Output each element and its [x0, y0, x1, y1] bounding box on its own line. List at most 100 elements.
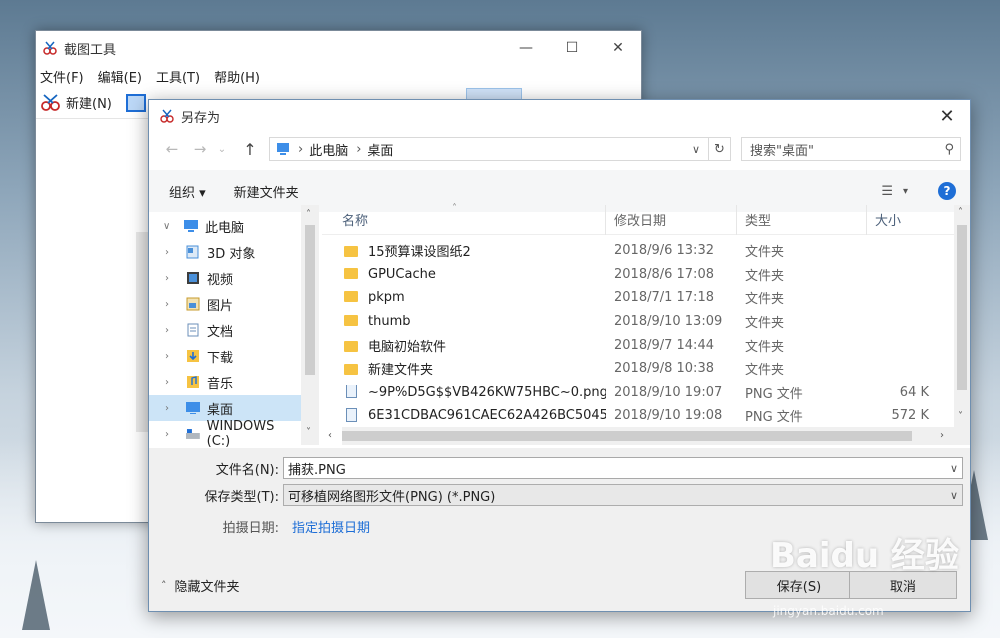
column-name[interactable]: ˄ 名称 [322, 202, 606, 235]
refresh-button[interactable]: ↻ [709, 137, 731, 161]
filetype-value: 可移植网络图形文件(PNG) (*.PNG) [288, 489, 496, 505]
chevron-right-icon[interactable]: › [165, 429, 181, 440]
scissors-icon [160, 109, 174, 123]
view-options-button[interactable]: ☰ ▾ [881, 184, 908, 199]
tree-item-pictures[interactable]: › 图片 [149, 291, 301, 317]
chevron-down-icon[interactable]: ∨ [692, 143, 708, 156]
tree-item-desktop[interactable]: › 桌面 [149, 395, 301, 421]
close-button[interactable]: ✕ [595, 33, 641, 63]
help-icon[interactable]: ? [938, 182, 956, 200]
menu-file[interactable]: 文件(F) [40, 67, 84, 86]
scroll-up-icon[interactable]: ˄ [958, 207, 963, 218]
hide-folders-button[interactable]: ˄ 隐藏文件夹 [161, 576, 240, 595]
tree-item-windows-c[interactable]: › WINDOWS (C:) [149, 419, 301, 449]
forward-arrow-icon[interactable]: → [189, 140, 211, 158]
tree-item-this-pc[interactable]: ∨ 此电脑 [149, 213, 301, 239]
folder-icon [344, 340, 358, 352]
back-arrow-icon[interactable]: ← [161, 140, 183, 158]
chevron-down-icon[interactable]: ∨ [950, 462, 958, 475]
file-row[interactable]: pkpm 2018/7/1 17:18 文件夹 [322, 286, 970, 310]
chevron-right-icon[interactable]: › [165, 403, 181, 414]
specify-date-link[interactable]: 指定拍摄日期 [292, 517, 370, 536]
chevron-right-icon[interactable]: › [165, 273, 181, 284]
scroll-down-icon[interactable]: ˅ [958, 411, 963, 422]
folder-icon [344, 315, 358, 327]
tree-scrollbar[interactable]: ˄ ˅ [301, 205, 319, 445]
mode-button[interactable] [125, 93, 146, 112]
file-type: 文件夹 [745, 268, 785, 284]
file-date: 2018/9/10 13:09 [614, 314, 723, 330]
chevron-up-icon: ˄ [161, 579, 167, 592]
file-row[interactable]: thumb 2018/9/10 13:09 文件夹 [322, 310, 970, 334]
address-bar[interactable]: › 此电脑 › 桌面 ∨ [269, 137, 709, 161]
snip-titlebar: 截图工具 — ☐ ✕ [36, 31, 641, 65]
tree-item-music[interactable]: › 音乐 [149, 369, 301, 395]
file-vscroll-thumb[interactable] [957, 225, 967, 390]
chevron-right-icon[interactable]: › [165, 299, 181, 310]
computer-icon [184, 220, 198, 232]
tree-item-documents[interactable]: › 文档 [149, 317, 301, 343]
new-snip-button[interactable]: 新建(N) [40, 93, 112, 112]
tree-item-videos[interactable]: › 视频 [149, 265, 301, 291]
new-folder-button[interactable]: 新建文件夹 [234, 182, 299, 201]
tree-item-3d-objects[interactable]: › 3D 对象 [149, 239, 301, 265]
breadcrumb-desktop[interactable]: 桌面 [367, 140, 393, 159]
filename-field[interactable]: 捕获.PNG ∨ [283, 457, 963, 479]
dialog-close-button[interactable]: ✕ [924, 106, 970, 127]
drive-icon [185, 429, 200, 439]
chevron-down-icon[interactable]: ∨ [950, 489, 958, 502]
chevron-right-icon[interactable]: › [165, 351, 181, 362]
column-date[interactable]: 修改日期 [606, 204, 737, 235]
file-row[interactable]: 新建文件夹 2018/9/8 10:38 文件夹 [322, 357, 970, 381]
file-name: 新建文件夹 [322, 359, 606, 378]
tree-scroll-thumb[interactable] [305, 225, 315, 375]
minimize-button[interactable]: — [503, 33, 549, 63]
maximize-button[interactable]: ☐ [549, 33, 595, 63]
file-row[interactable]: ~9P%D5G$$VB426KW75HBC~0.png 2018/9/10 19:… [322, 381, 970, 405]
folder-icon [344, 364, 358, 376]
chevron-right-icon[interactable]: › [165, 325, 181, 336]
folder-icon [344, 291, 358, 303]
file-vscrollbar[interactable]: ˄ ˅ [954, 205, 970, 427]
menu-edit[interactable]: 编辑(E) [98, 67, 142, 86]
file-row[interactable]: 电脑初始软件 2018/9/7 14:44 文件夹 [322, 333, 970, 357]
chevron-right-icon[interactable]: › [165, 247, 181, 258]
search-placeholder: 搜索"桌面" [750, 143, 814, 159]
scroll-down-icon[interactable]: ˅ [306, 427, 311, 438]
file-row[interactable]: 15预算课设图纸2 2018/9/6 13:32 文件夹 [322, 239, 970, 263]
file-row[interactable]: GPUCache 2018/8/6 17:08 文件夹 [322, 263, 970, 287]
up-arrow-icon[interactable]: ↑ [239, 140, 261, 159]
search-input[interactable]: 搜索"桌面" ⚲ [741, 137, 961, 161]
column-size[interactable]: 大小 [867, 205, 937, 235]
scroll-up-icon[interactable]: ˄ [306, 209, 311, 220]
file-hscrollbar[interactable]: ‹ › [328, 427, 970, 445]
menu-tools[interactable]: 工具(T) [156, 67, 200, 86]
scroll-left-icon[interactable]: ‹ [328, 430, 332, 441]
file-hscroll-thumb[interactable] [342, 431, 912, 441]
scroll-right-icon[interactable]: › [940, 430, 944, 441]
file-name-text: 6E31CDBAC961CAEC62A426BC5045... [368, 408, 606, 424]
new-snip-label: 新建(N) [66, 97, 112, 112]
file-name-text: GPUCache [368, 266, 436, 282]
file-name-text: ~9P%D5G$$VB426KW75HBC~0.png [368, 384, 606, 400]
breadcrumb-this-pc[interactable]: 此电脑 [309, 140, 348, 159]
organize-button[interactable]: 组织 ▾ [169, 182, 206, 201]
filetype-select[interactable]: 可移植网络图形文件(PNG) (*.PNG) ∨ [283, 484, 963, 506]
file-name: 电脑初始软件 [322, 336, 606, 355]
file-row[interactable]: 6E31CDBAC961CAEC62A426BC5045... 2018/9/10… [322, 404, 970, 428]
file-size: 64 K [899, 384, 929, 400]
picture-icon [186, 297, 200, 311]
chevron-right-icon[interactable]: › [165, 377, 181, 388]
chevron-down-icon[interactable]: ∨ [163, 221, 179, 232]
file-name: thumb [322, 314, 606, 329]
file-date: 2018/7/1 17:18 [614, 290, 714, 306]
menu-help[interactable]: 帮助(H) [214, 67, 260, 86]
column-type[interactable]: 类型 [737, 204, 867, 235]
recent-dropdown-icon[interactable]: ⌄ [211, 144, 233, 155]
file-name: pkpm [322, 290, 606, 305]
tree-item-downloads[interactable]: › 下载 [149, 343, 301, 369]
tree-label: WINDOWS (C:) [206, 419, 275, 449]
background-tree [22, 560, 50, 630]
sort-up-icon: ˄ [452, 202, 457, 214]
chevron-right-icon: › [298, 141, 304, 157]
